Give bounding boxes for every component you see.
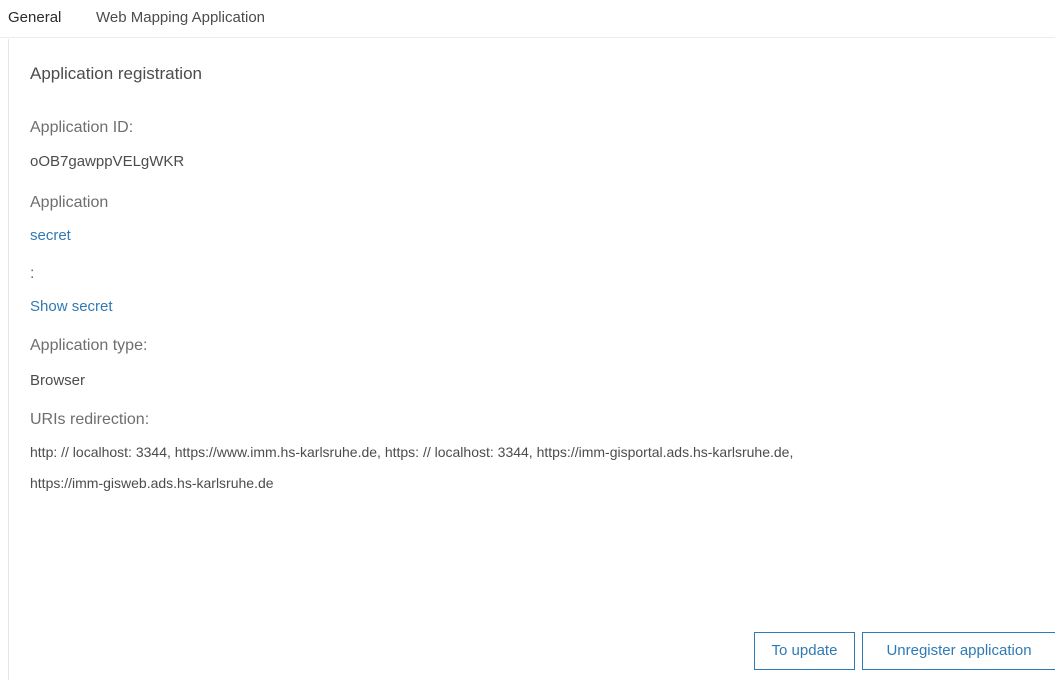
registration-panel: Application registration Application ID:… [8, 39, 1055, 680]
uris-line-1: http: // localhost: 3344, https://www.im… [30, 444, 794, 460]
tab-web-mapping-application[interactable]: Web Mapping Application [96, 9, 265, 27]
update-button[interactable]: To update [754, 632, 855, 670]
colon-label: : [30, 265, 35, 282]
uris-label: URIs redirection: [30, 411, 150, 428]
app-id-value: oOB7gawppVELgWKR [30, 153, 185, 170]
application-label: Application [30, 194, 109, 211]
uris-line-2: https://imm-gisweb.ads.hs-karlsruhe.de [30, 475, 274, 491]
tab-general[interactable]: General [8, 9, 61, 27]
app-type-label: Application type: [30, 337, 148, 354]
unregister-application-button[interactable]: Unregister application [862, 632, 1055, 670]
show-secret-link[interactable]: Show secret [30, 298, 113, 315]
app-id-label: Application ID: [30, 119, 134, 136]
app-type-value: Browser [30, 372, 86, 389]
secret-link[interactable]: secret [30, 227, 71, 244]
tab-bar: General Web Mapping Application [0, 0, 1055, 38]
section-title: Application registration [30, 64, 202, 83]
